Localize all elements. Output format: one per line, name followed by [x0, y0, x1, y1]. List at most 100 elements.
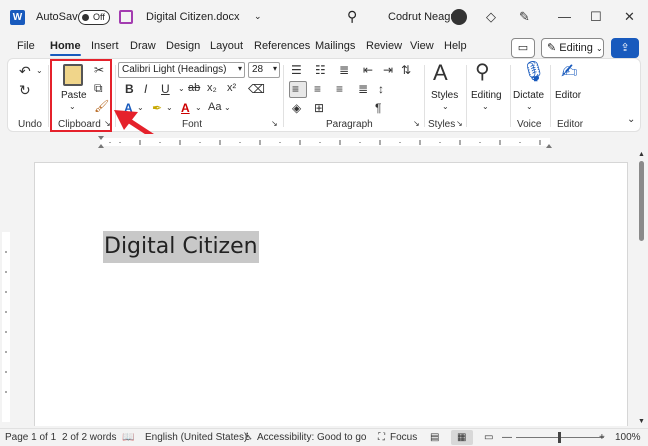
- clear-formatting-icon[interactable]: ⌫: [248, 83, 265, 95]
- chevron-down-icon: ▾: [272, 64, 277, 73]
- strikethrough-button[interactable]: ab: [188, 83, 200, 94]
- focus-icon[interactable]: ⛶: [378, 432, 385, 443]
- borders-icon[interactable]: ⊞: [314, 102, 324, 114]
- tab-review[interactable]: Review: [366, 40, 402, 52]
- user-name[interactable]: Codrut Neagu: [388, 11, 457, 23]
- chevron-down-icon[interactable]: ⌄: [254, 11, 262, 22]
- scroll-down-icon[interactable]: ▼: [638, 418, 645, 425]
- tab-mailings[interactable]: Mailings: [315, 40, 355, 52]
- superscript-button[interactable]: x²: [227, 83, 236, 94]
- italic-button[interactable]: I: [144, 83, 147, 95]
- editor-button[interactable]: Editor: [555, 90, 581, 101]
- microphone-icon[interactable]: 🎙: [521, 62, 546, 82]
- decrease-indent-icon[interactable]: ⇤: [363, 64, 373, 76]
- word-count[interactable]: 2 of 2 words: [62, 432, 116, 443]
- editor-icon[interactable]: ✍: [561, 62, 578, 82]
- share-icon: ⇪: [620, 42, 630, 54]
- increase-indent-icon[interactable]: ⇥: [383, 64, 393, 76]
- styles-icon[interactable]: A: [433, 62, 448, 84]
- editing-mode-button[interactable]: ✎ Editing ⌄: [541, 38, 604, 58]
- scrollbar-thumb[interactable]: [639, 161, 644, 241]
- dialog-launcher-icon[interactable]: ↘: [413, 120, 420, 128]
- focus-button[interactable]: Focus: [390, 432, 417, 443]
- tab-insert[interactable]: Insert: [91, 40, 119, 52]
- chevron-down-icon[interactable]: ⌄: [442, 103, 449, 111]
- zoom-level[interactable]: 100%: [615, 432, 641, 443]
- editing-button[interactable]: Editing: [471, 90, 502, 101]
- toggle-knob: [82, 14, 89, 21]
- dialog-launcher-icon[interactable]: ↘: [271, 120, 278, 128]
- scroll-up-icon[interactable]: ▲: [638, 151, 645, 158]
- chevron-down-icon: ⌄: [595, 44, 603, 53]
- search-icon[interactable]: ⚲: [347, 8, 357, 25]
- page-count[interactable]: Page 1 of 1: [5, 432, 56, 443]
- numbering-icon[interactable]: ☷: [315, 64, 326, 76]
- tab-design[interactable]: Design: [166, 40, 200, 52]
- accessibility-status[interactable]: Accessibility: Good to go: [257, 432, 367, 443]
- bold-button[interactable]: B: [125, 83, 134, 95]
- align-center-icon[interactable]: ≡: [314, 83, 321, 95]
- chevron-down-icon[interactable]: ⌄: [178, 85, 185, 93]
- change-case-button[interactable]: Aa: [208, 102, 221, 113]
- selected-document-text[interactable]: Digital Citizen: [103, 231, 259, 263]
- align-right-icon[interactable]: ≡: [336, 83, 343, 95]
- word-app-icon[interactable]: W: [10, 10, 25, 25]
- tab-home[interactable]: Home: [50, 40, 81, 56]
- close-icon[interactable]: ✕: [624, 9, 635, 25]
- tab-file[interactable]: File: [17, 40, 35, 52]
- tab-layout[interactable]: Layout: [210, 40, 243, 52]
- chevron-down-icon[interactable]: ⌄: [195, 104, 202, 112]
- line-spacing-icon[interactable]: ↕: [378, 83, 384, 95]
- dialog-launcher-icon[interactable]: ↘: [456, 120, 463, 128]
- save-icon[interactable]: [119, 10, 133, 24]
- shading-icon[interactable]: ◈: [292, 102, 301, 114]
- search-icon[interactable]: ⚲: [475, 62, 490, 82]
- zoom-out-icon[interactable]: —: [502, 432, 512, 443]
- tab-view[interactable]: View: [410, 40, 434, 52]
- underline-button[interactable]: U: [161, 83, 170, 95]
- font-size-combo[interactable]: 28 ▾: [248, 62, 280, 78]
- justify-icon[interactable]: ≣: [358, 83, 368, 95]
- vertical-ruler[interactable]: [0, 152, 12, 426]
- chevron-down-icon[interactable]: ⌄: [36, 67, 43, 75]
- document-page[interactable]: [34, 162, 628, 426]
- document-filename[interactable]: Digital Citizen.docx: [146, 11, 240, 23]
- comments-button[interactable]: ▭: [511, 38, 535, 58]
- accessibility-icon[interactable]: ♿: [244, 432, 253, 443]
- avatar[interactable]: [451, 9, 467, 25]
- tab-references[interactable]: References: [254, 40, 310, 52]
- styles-button[interactable]: Styles: [431, 90, 458, 101]
- chevron-down-icon[interactable]: ⌄: [482, 103, 489, 111]
- horizontal-ruler[interactable]: [0, 134, 648, 152]
- font-size-value: 28: [252, 64, 264, 75]
- zoom-in-icon[interactable]: +: [599, 432, 605, 443]
- subscript-button[interactable]: x₂: [207, 83, 217, 94]
- tab-help[interactable]: Help: [444, 40, 467, 52]
- group-label-undo: Undo: [18, 119, 42, 130]
- tab-draw[interactable]: Draw: [130, 40, 156, 52]
- maximize-icon[interactable]: ☐: [590, 9, 602, 25]
- sort-icon[interactable]: ⇅: [401, 64, 411, 76]
- show-marks-icon[interactable]: ¶: [375, 102, 381, 114]
- chevron-down-icon[interactable]: ⌄: [224, 104, 231, 112]
- zoom-slider-thumb[interactable]: [558, 432, 561, 443]
- proofing-icon[interactable]: 📖: [122, 432, 134, 443]
- pen-icon[interactable]: ✎: [519, 9, 530, 25]
- divider: [48, 65, 49, 127]
- redo-icon[interactable]: ↻: [19, 83, 31, 97]
- font-name-combo[interactable]: Calibri Light (Headings) ▾: [118, 62, 245, 78]
- chevron-down-icon[interactable]: ⌄: [526, 103, 533, 111]
- undo-icon[interactable]: ↶: [19, 64, 31, 78]
- web-layout-icon[interactable]: ▭: [484, 432, 493, 443]
- bullets-icon[interactable]: ☰: [291, 64, 302, 76]
- autosave-toggle[interactable]: Off: [78, 10, 110, 25]
- read-mode-icon[interactable]: ▤: [430, 432, 439, 443]
- share-button[interactable]: ⇪: [611, 38, 639, 58]
- print-layout-icon: ▦: [457, 432, 467, 443]
- multilevel-list-icon[interactable]: ≣: [339, 64, 349, 76]
- minimize-icon[interactable]: —: [558, 9, 571, 24]
- collapse-ribbon-icon[interactable]: ⌄: [627, 115, 635, 125]
- diamond-icon[interactable]: ◇: [486, 9, 496, 25]
- dictate-button[interactable]: Dictate: [513, 90, 544, 101]
- language-status[interactable]: English (United States): [145, 432, 247, 443]
